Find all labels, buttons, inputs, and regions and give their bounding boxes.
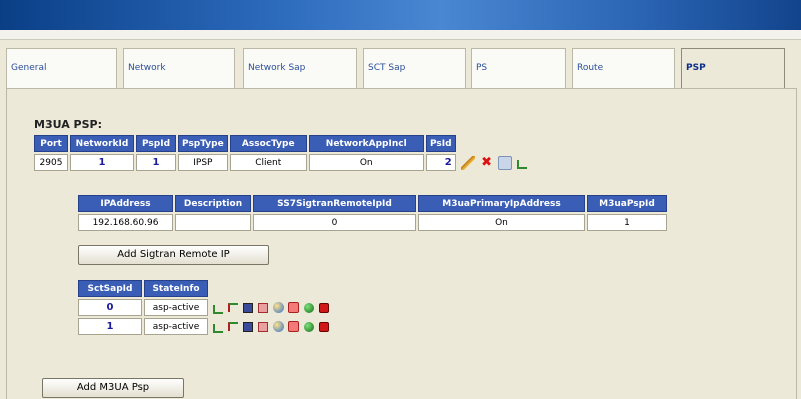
stop-icon[interactable]: [288, 321, 300, 332]
tab-strip: General Network Network Sap SCT Sap PS R…: [6, 48, 797, 88]
block-icon[interactable]: [242, 321, 253, 332]
connect-icon[interactable]: [213, 323, 223, 333]
tab-general[interactable]: General: [6, 48, 117, 88]
tab-route[interactable]: Route: [572, 48, 675, 88]
cell-m3uapspid: 1: [587, 214, 667, 231]
computer-icon[interactable]: [498, 155, 513, 170]
block-icon[interactable]: [242, 302, 253, 313]
table-header-row: IPAddress Description SS7SigtranRemoteIp…: [78, 195, 667, 212]
ip-table: IPAddress Description SS7SigtranRemoteIp…: [76, 193, 669, 233]
col-assoctype: AssocType: [229, 135, 307, 152]
activate-icon[interactable]: [304, 302, 315, 313]
cell-networkid: 1: [70, 154, 134, 171]
row-actions: [210, 318, 334, 335]
psp-table: Port NetworkId PspId PspType AssocType N…: [32, 133, 534, 173]
sctsap-table: SctSapId StateInfo 0 asp-active 1 asp-ac…: [76, 278, 336, 337]
cell-ipaddress: 192.168.60.96: [78, 214, 173, 231]
stop-icon[interactable]: [288, 302, 300, 313]
table-header-row: Port NetworkId PspId PspType AssocType N…: [34, 135, 532, 152]
edit-icon[interactable]: [460, 155, 475, 170]
delete-icon[interactable]: ✖: [480, 155, 494, 170]
cell-sctsapid: 1: [78, 318, 142, 335]
disconnect-icon[interactable]: [227, 322, 238, 331]
cell-assoctype: Client: [229, 154, 307, 171]
section-title: M3UA PSP:: [34, 118, 102, 131]
tab-network-sap[interactable]: Network Sap: [243, 48, 357, 88]
cell-psid: 2: [425, 154, 456, 171]
connect-icon[interactable]: [213, 304, 223, 314]
deactivate-icon[interactable]: [319, 302, 330, 313]
add-sigtran-remote-ip-button[interactable]: Add Sigtran Remote IP: [78, 245, 269, 265]
col-ipaddress: IPAddress: [78, 195, 173, 212]
table-row: 0 asp-active: [78, 299, 334, 316]
cell-port: 2905: [34, 154, 68, 171]
tab-ps[interactable]: PS: [471, 48, 566, 88]
table-header-row: SctSapId StateInfo: [78, 280, 334, 297]
cell-psptype: IPSP: [178, 154, 228, 171]
cell-description: [175, 214, 251, 231]
tab-psp[interactable]: PSP: [681, 48, 785, 88]
col-pspid: PspId: [136, 135, 176, 152]
cell-stateinfo: asp-active: [144, 318, 208, 335]
title-bar: [0, 0, 801, 30]
col-m3uaprimaryipaddress: M3uaPrimaryIpAddress: [418, 195, 585, 212]
globe-icon[interactable]: [272, 321, 284, 332]
col-psptype: PspType: [178, 135, 228, 152]
unblock-icon[interactable]: [257, 302, 268, 313]
col-description: Description: [175, 195, 251, 212]
row-actions: ✖: [458, 154, 533, 171]
unblock-icon[interactable]: [257, 321, 268, 332]
cell-pspid: 1: [136, 154, 176, 171]
add-m3ua-psp-button[interactable]: Add M3UA Psp: [42, 378, 184, 398]
table-row: 1 asp-active: [78, 318, 334, 335]
table-row: 192.168.60.96 0 On 1: [78, 214, 667, 231]
globe-icon[interactable]: [272, 302, 284, 313]
col-stateinfo: StateInfo: [144, 280, 208, 297]
cell-m3uaprimaryipaddress: On: [418, 214, 585, 231]
col-networkid: NetworkId: [70, 135, 134, 152]
col-port: Port: [34, 135, 68, 152]
col-networkappincl: NetworkAppIncl: [308, 135, 424, 152]
col-m3uapspid: M3uaPspId: [587, 195, 667, 212]
col-psid: PsId: [425, 135, 456, 152]
activate-icon[interactable]: [304, 321, 315, 332]
tab-network[interactable]: Network: [123, 48, 235, 88]
table-row: 2905 1 1 IPSP Client On 2 ✖: [34, 154, 532, 171]
cell-networkappincl: On: [308, 154, 424, 171]
deactivate-icon[interactable]: [319, 321, 330, 332]
tab-sct-sap[interactable]: SCT Sap: [363, 48, 466, 88]
title-strip: [0, 30, 801, 40]
col-sigtranremoteipid: SS7SigtranRemoteIpId: [253, 195, 416, 212]
col-sctsapid: SctSapId: [78, 280, 142, 297]
cell-sigtranremoteipid: 0: [253, 214, 416, 231]
row-actions: [210, 299, 334, 316]
cell-sctsapid: 0: [78, 299, 142, 316]
cell-stateinfo: asp-active: [144, 299, 208, 316]
disconnect-icon[interactable]: [227, 303, 238, 312]
connect-icon[interactable]: [517, 159, 528, 169]
